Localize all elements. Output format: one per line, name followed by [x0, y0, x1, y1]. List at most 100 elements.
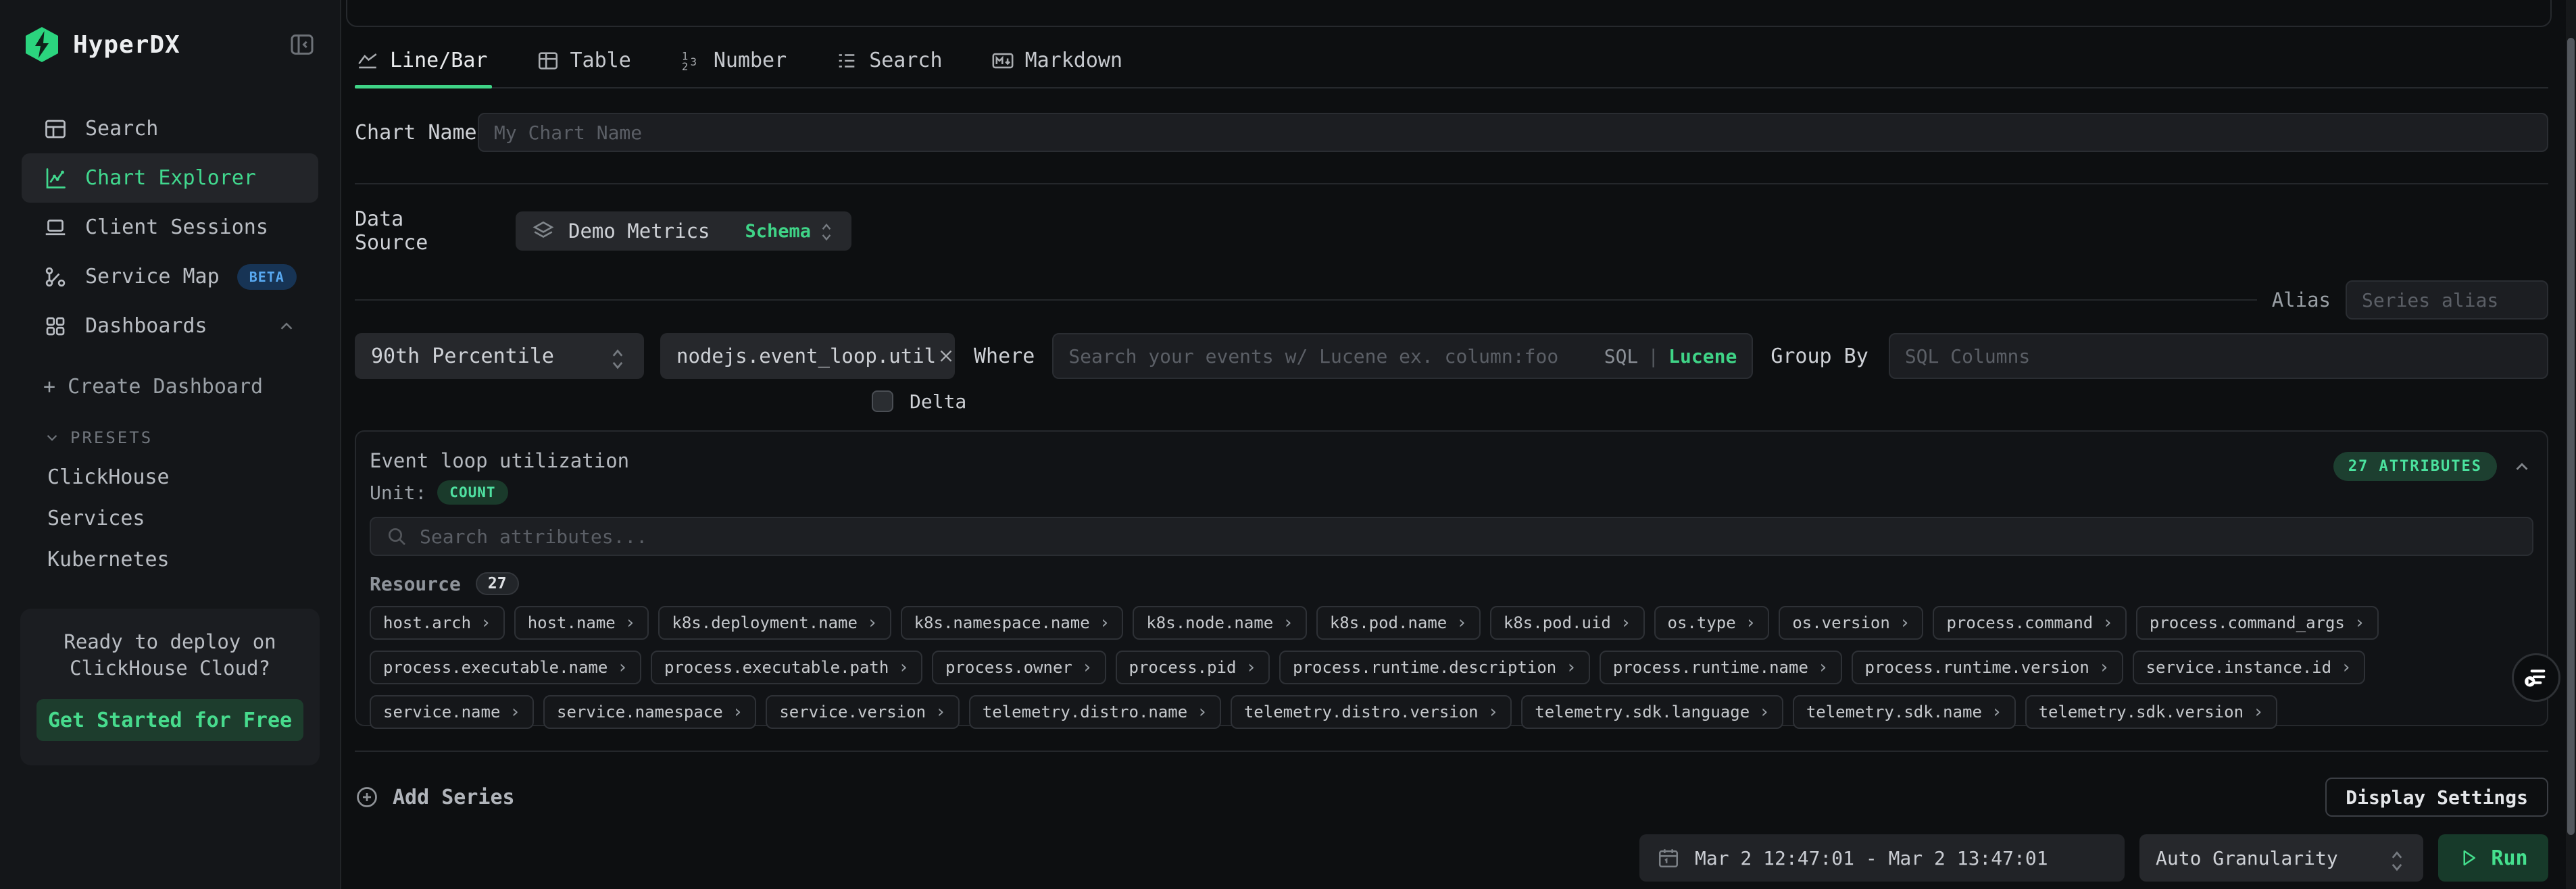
language-lucene[interactable]: Lucene — [1668, 345, 1737, 367]
chip-expand-icon: › — [1818, 659, 1829, 676]
attribute-chip[interactable]: process.owner› — [932, 651, 1106, 684]
attribute-chip[interactable]: k8s.pod.uid› — [1490, 606, 1645, 640]
get-started-button[interactable]: Get Started for Free — [36, 699, 303, 741]
attributes-count-badge: 27 ATTRIBUTES — [2333, 452, 2497, 481]
where-label: Where — [974, 345, 1035, 368]
attribute-chip[interactable]: k8s.pod.name› — [1316, 606, 1481, 640]
tab-number[interactable]: 123 Number — [680, 49, 787, 87]
sidebar-item-client-sessions[interactable]: Client Sessions — [22, 203, 318, 252]
chevron-up-icon[interactable] — [276, 316, 297, 336]
scrollbar-track[interactable] — [2566, 0, 2576, 889]
remove-metric-icon[interactable] — [936, 346, 956, 366]
chip-expand-icon: › — [2354, 614, 2365, 632]
chip-expand-icon: › — [2341, 659, 2352, 676]
create-dashboard-button[interactable]: + Create Dashboard — [43, 375, 340, 399]
display-settings-button[interactable]: Display Settings — [2325, 778, 2548, 817]
collapse-panel-icon[interactable] — [2512, 457, 2532, 477]
preset-clickhouse[interactable]: ClickHouse — [47, 457, 340, 498]
attribute-chip[interactable]: telemetry.distro.version› — [1231, 695, 1512, 729]
chip-expand-icon: › — [935, 703, 946, 721]
tab-table[interactable]: Table — [537, 49, 631, 87]
preset-list: ClickHouse Services Kubernetes — [0, 457, 340, 580]
attribute-chip[interactable]: k8s.deployment.name› — [658, 606, 891, 640]
attribute-chip[interactable]: telemetry.distro.name› — [969, 695, 1221, 729]
chip-expand-icon: › — [1082, 659, 1093, 676]
time-range-picker[interactable]: Mar 2 12:47:01 - Mar 2 13:47:01 — [1639, 834, 2125, 882]
attribute-chip[interactable]: telemetry.sdk.version› — [2025, 695, 2277, 729]
preset-services[interactable]: Services — [47, 498, 340, 539]
schema-button[interactable]: Schema — [745, 221, 811, 242]
sidebar-header: HyperDX — [0, 0, 340, 63]
alias-input[interactable] — [2362, 289, 2532, 311]
attribute-chip[interactable]: os.version› — [1779, 606, 1923, 640]
line-chart-icon — [356, 49, 379, 72]
chip-expand-icon: › — [2253, 703, 2264, 721]
list-lines-icon — [835, 49, 858, 72]
chip-expand-icon: › — [1745, 614, 1756, 632]
chip-expand-icon: › — [1566, 659, 1577, 676]
delta-checkbox[interactable] — [872, 390, 893, 412]
beta-badge: BETA — [237, 264, 297, 290]
sidebar-item-search[interactable]: Search — [22, 104, 318, 153]
attribute-chip[interactable]: k8s.node.name› — [1133, 606, 1307, 640]
group-by-input[interactable] — [1905, 345, 2532, 367]
chip-expand-icon: › — [1283, 614, 1293, 632]
sidebar-item-chart-explorer[interactable]: Chart Explorer — [22, 153, 318, 203]
attribute-chip[interactable]: process.runtime.version› — [1852, 651, 2123, 684]
attribute-chip[interactable]: telemetry.sdk.language› — [1521, 695, 1783, 729]
attribute-chip[interactable]: process.pid› — [1116, 651, 1270, 684]
query-language-toggle[interactable]: SQL | Lucene — [1604, 345, 1737, 367]
sidebar-item-dashboards[interactable]: Dashboards — [22, 301, 318, 351]
attribute-chip[interactable]: k8s.namespace.name› — [901, 606, 1124, 640]
tab-markdown[interactable]: Markdown — [991, 49, 1123, 87]
attribute-chip[interactable]: process.executable.path› — [651, 651, 922, 684]
metric-chip[interactable]: nodejs.event_loop.util — [660, 333, 955, 379]
attribute-chip[interactable]: service.name› — [370, 695, 534, 729]
attribute-chip[interactable]: process.executable.name› — [370, 651, 641, 684]
add-series-button[interactable]: Add Series — [355, 785, 515, 809]
svg-text:2: 2 — [682, 61, 688, 72]
divider — [355, 183, 2548, 184]
chart-name-label: Chart Name — [355, 121, 478, 145]
delta-label: Delta — [910, 390, 966, 413]
attribute-chip[interactable]: process.runtime.name› — [1600, 651, 1842, 684]
alias-field-wrap — [2346, 280, 2548, 320]
sidebar-item-service-map[interactable]: Service Map BETA — [22, 252, 318, 301]
alias-row: Alias — [355, 280, 2548, 320]
data-source-select[interactable]: Demo Metrics Schema — [516, 211, 851, 251]
layers-icon — [532, 220, 555, 243]
search-nav-icon — [43, 117, 68, 141]
attribute-chip[interactable]: service.version› — [766, 695, 959, 729]
attribute-chip[interactable]: host.arch› — [370, 606, 505, 640]
where-search-input[interactable] — [1068, 345, 1593, 367]
tab-search[interactable]: Search — [835, 49, 942, 87]
attribute-chip[interactable]: telemetry.sdk.name› — [1793, 695, 2016, 729]
panel-topright: 27 ATTRIBUTES — [2333, 452, 2532, 481]
granularity-select[interactable]: Auto Granularity — [2139, 834, 2423, 882]
attribute-chip[interactable]: process.command› — [1933, 606, 2126, 640]
tab-line-bar[interactable]: Line/Bar — [356, 49, 488, 87]
aggregation-select[interactable]: 90th Percentile — [355, 333, 644, 379]
attribute-chip[interactable]: service.namespace› — [543, 695, 756, 729]
collapse-sidebar-icon[interactable] — [289, 31, 316, 58]
metric-attributes-panel: Event loop utilization Unit: COUNT 27 AT… — [355, 430, 2548, 726]
language-sql[interactable]: SQL — [1604, 345, 1639, 367]
feedback-widget-button[interactable] — [2512, 653, 2560, 702]
chip-expand-icon: › — [480, 614, 491, 632]
attribute-chip[interactable]: host.name› — [514, 606, 649, 640]
run-button[interactable]: Run — [2438, 834, 2548, 882]
preset-kubernetes[interactable]: Kubernetes — [47, 539, 340, 580]
sidebar-nav: Search Chart Explorer Client Sessions Se… — [0, 104, 340, 351]
chip-expand-icon: › — [1900, 614, 1910, 632]
attribute-chip[interactable]: service.instance.id› — [2133, 651, 2365, 684]
scrollbar-thumb[interactable] — [2567, 38, 2575, 835]
attribute-chip[interactable]: os.type› — [1654, 606, 1770, 640]
svg-text:3: 3 — [690, 56, 696, 68]
attribute-chip[interactable]: process.runtime.description› — [1279, 651, 1590, 684]
presets-header[interactable]: PRESETS — [43, 428, 340, 447]
dashboards-icon — [43, 314, 68, 338]
chart-name-input[interactable] — [494, 122, 2532, 144]
attribute-search-input[interactable] — [420, 526, 2517, 548]
chip-expand-icon: › — [1245, 659, 1256, 676]
attribute-chip[interactable]: process.command_args› — [2136, 606, 2379, 640]
